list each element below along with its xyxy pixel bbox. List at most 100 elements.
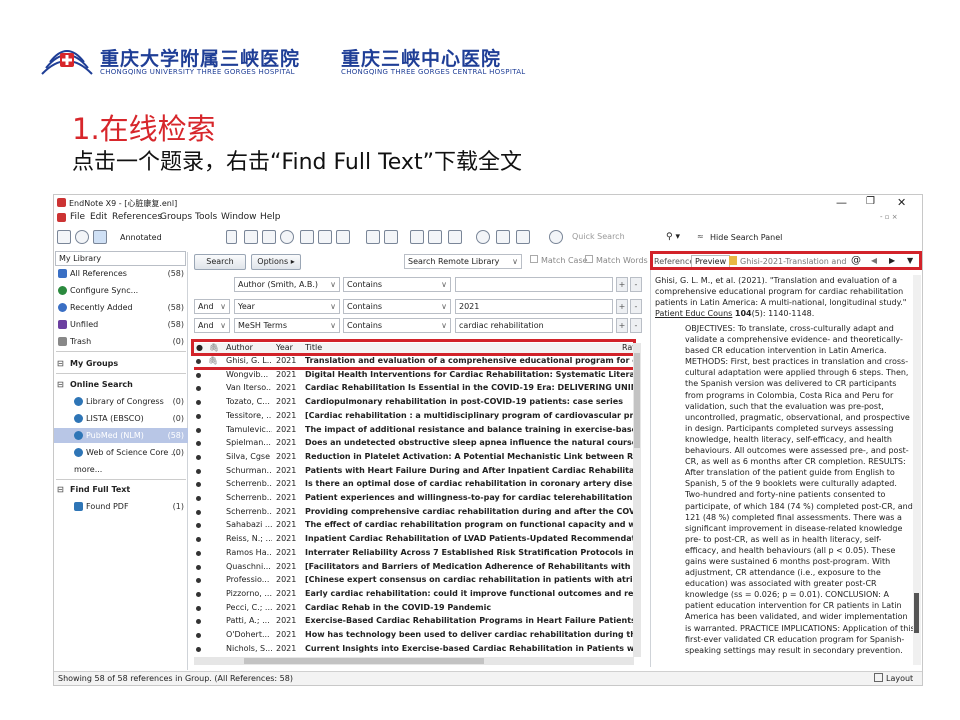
menu-tools[interactable]: Tools <box>195 212 217 222</box>
export-icon[interactable] <box>318 230 332 244</box>
table-row[interactable]: Tessitore, ... 2021 [Cardiac rehabilitatio… <box>194 410 640 422</box>
menu-file[interactable]: File <box>70 212 85 222</box>
table-row[interactable]: Pecci, C.; ... 2021 Cardiac Rehab in the C… <box>194 602 640 614</box>
style-dropdown-icon[interactable] <box>226 230 237 244</box>
table-row[interactable]: Professio... 2021 [Chinese expert consensu… <box>194 574 640 586</box>
search-operator-select[interactable]: Contains ∨ <box>343 299 451 314</box>
add-row-button[interactable]: + <box>616 299 628 314</box>
menu-edit[interactable]: Edit <box>90 212 107 222</box>
share-icon[interactable] <box>496 230 510 244</box>
search-operator-select[interactable]: Contains ∨ <box>343 318 451 333</box>
table-row[interactable]: Scherrenb... 2021 Is there an optimal dose… <box>194 478 640 490</box>
menu-help[interactable]: Help <box>260 212 281 222</box>
sidebar-item-more[interactable]: more... <box>54 462 188 477</box>
sidebar-item-library-of-congress[interactable]: Library of Congress (0) <box>54 394 188 409</box>
hospital-logo-icon <box>41 50 93 75</box>
match-case-checkbox[interactable] <box>530 255 538 263</box>
remove-row-button[interactable]: - <box>630 277 642 292</box>
table-row[interactable]: Scherrenb... 2021 Patient experiences and … <box>194 492 640 504</box>
table-row[interactable]: Reiss, N.; ... 2021 Inpatient Cardiac Reha… <box>194 533 640 545</box>
table-row[interactable]: Tamulevic... 2021 The impact of additional… <box>194 424 640 436</box>
page-icon[interactable] <box>448 230 462 244</box>
cell-year: 2021 <box>276 561 297 571</box>
sidebar-item-web-of-science[interactable]: Web of Science Core ... (0) <box>54 445 188 460</box>
match-case-label: Match Case <box>541 256 588 265</box>
word-icon[interactable] <box>428 230 442 244</box>
minimize-button[interactable]: — <box>836 196 847 209</box>
quick-search-input[interactable]: Quick Search <box>568 229 664 244</box>
cell-author: Pecci, C.; ... <box>226 602 272 612</box>
table-row[interactable]: Wongvib... 2021 Digital Health Interventio… <box>194 369 640 381</box>
table-row[interactable]: Patti, A.; ... 2021 Exercise-Based Cardiac… <box>194 615 640 627</box>
pdf-icon <box>74 502 83 511</box>
remove-row-button[interactable]: - <box>630 318 642 333</box>
layout-button[interactable]: Layout <box>886 674 913 683</box>
import-icon[interactable] <box>300 230 314 244</box>
table-row[interactable]: Van Iterso... 2021 Cardiac Rehabilitation … <box>194 382 640 394</box>
group-find-full-text[interactable]: ⊟ Find Full Text <box>54 482 188 497</box>
add-row-button[interactable]: + <box>616 277 628 292</box>
table-row[interactable]: Silva, Cgse 2021 Reduction in Platelet Act… <box>194 451 640 463</box>
online-search-icon[interactable] <box>280 230 294 244</box>
sidebar-item-recently-added[interactable]: Recently Added (58) <box>54 300 188 315</box>
table-row[interactable]: Schurman... 2021 Patients with Heart Failu… <box>194 465 640 477</box>
search-field-select[interactable]: MeSH Terms ∨ <box>234 318 340 333</box>
open-folder-icon[interactable] <box>384 230 398 244</box>
table-row[interactable]: Spielman... 2021 Does an undetected obstru… <box>194 437 640 449</box>
new-reference-icon[interactable] <box>366 230 380 244</box>
sharing-icon[interactable] <box>516 230 530 244</box>
sidebar-item-trash[interactable]: Trash (0) <box>54 334 188 349</box>
remote-library-select[interactable]: Search Remote Library ∨ <box>404 254 522 269</box>
sidebar-item-found-pdf[interactable]: Found PDF (1) <box>54 499 188 514</box>
menu-references[interactable]: References <box>112 212 162 222</box>
add-row-button[interactable]: + <box>616 318 628 333</box>
insert-citation-icon[interactable] <box>244 230 258 244</box>
remove-row-button[interactable]: - <box>630 299 642 314</box>
library-mode-icon[interactable] <box>57 230 71 244</box>
table-row[interactable]: Quaschni... 2021 [Facilitators and Barrier… <box>194 561 640 573</box>
hospital-name-1-en: CHONGQING UNIVERSITY THREE GORGES HOSPIT… <box>100 68 295 76</box>
insert-citation-word-icon[interactable] <box>410 230 424 244</box>
style-selector[interactable]: Annotated <box>120 233 162 242</box>
table-row[interactable]: O'Dohert... 2021 How has technology been u… <box>194 629 640 641</box>
table-row[interactable]: Sahabazi ... 2021 The effect of cardiac re… <box>194 519 640 531</box>
sync-icon[interactable] <box>476 230 490 244</box>
search-icon <box>74 448 83 457</box>
online-mode-icon[interactable] <box>75 230 89 244</box>
menu-window[interactable]: Window <box>221 212 257 222</box>
match-words-checkbox[interactable] <box>585 255 593 263</box>
table-row[interactable]: Pizzorno, ... 2021 Early cardiac rehabilit… <box>194 588 640 600</box>
help-icon[interactable] <box>549 230 563 244</box>
search-field-select[interactable]: Author (Smith, A.B.) ∨ <box>234 277 340 292</box>
search-operator-select[interactable]: Contains ∨ <box>343 277 451 292</box>
table-row[interactable]: Tozato, C... 2021 Cardiopulmonary rehabili… <box>194 396 640 408</box>
search-value-input[interactable] <box>455 277 613 292</box>
sidebar-item-all-references[interactable]: All References (58) <box>54 266 188 281</box>
search-icon[interactable]: ⚲ ▾ <box>666 232 680 242</box>
unread-dot-icon <box>196 400 201 406</box>
sidebar-item-pubmed[interactable]: PubMed (NLM) (58) <box>54 428 188 443</box>
format-icon[interactable] <box>262 230 276 244</box>
search-button[interactable]: Search <box>194 254 246 270</box>
menu-groups[interactable]: Groups <box>160 212 192 222</box>
search-value-input[interactable]: cardiac rehabilitation <box>455 318 613 333</box>
collapse-icon[interactable]: ≈ <box>697 232 704 241</box>
table-row[interactable]: Nichols, S... 2021 Current Insights into E… <box>194 643 640 655</box>
table-row[interactable]: Ramos Ha... 2021 Interrater Reliability Ac… <box>194 547 640 559</box>
bool-select[interactable]: And ∨ <box>194 318 230 333</box>
bool-select[interactable]: And ∨ <box>194 299 230 314</box>
hide-search-panel-button[interactable]: Hide Search Panel <box>710 233 782 242</box>
sidebar-item-configure-sync[interactable]: Configure Sync... <box>54 283 188 298</box>
table-row[interactable]: Scherrenb... 2021 Providing comprehensive … <box>194 506 640 518</box>
group-online-search[interactable]: ⊟ Online Search <box>54 377 188 392</box>
search-field-select[interactable]: Year ∨ <box>234 299 340 314</box>
close-button[interactable]: ✕ <box>897 196 906 209</box>
group-my-groups[interactable]: ⊟ My Groups <box>54 356 188 371</box>
integrated-mode-icon[interactable] <box>93 230 107 244</box>
find-full-text-icon[interactable] <box>336 230 350 244</box>
maximize-button[interactable]: ❐ <box>866 196 875 207</box>
sidebar-item-unfiled[interactable]: Unfiled (58) <box>54 317 188 332</box>
search-value-input[interactable]: 2021 <box>455 299 613 314</box>
sidebar-item-lista[interactable]: LISTA (EBSCO) (0) <box>54 411 188 426</box>
options-button[interactable]: Options ▸ <box>251 254 301 270</box>
